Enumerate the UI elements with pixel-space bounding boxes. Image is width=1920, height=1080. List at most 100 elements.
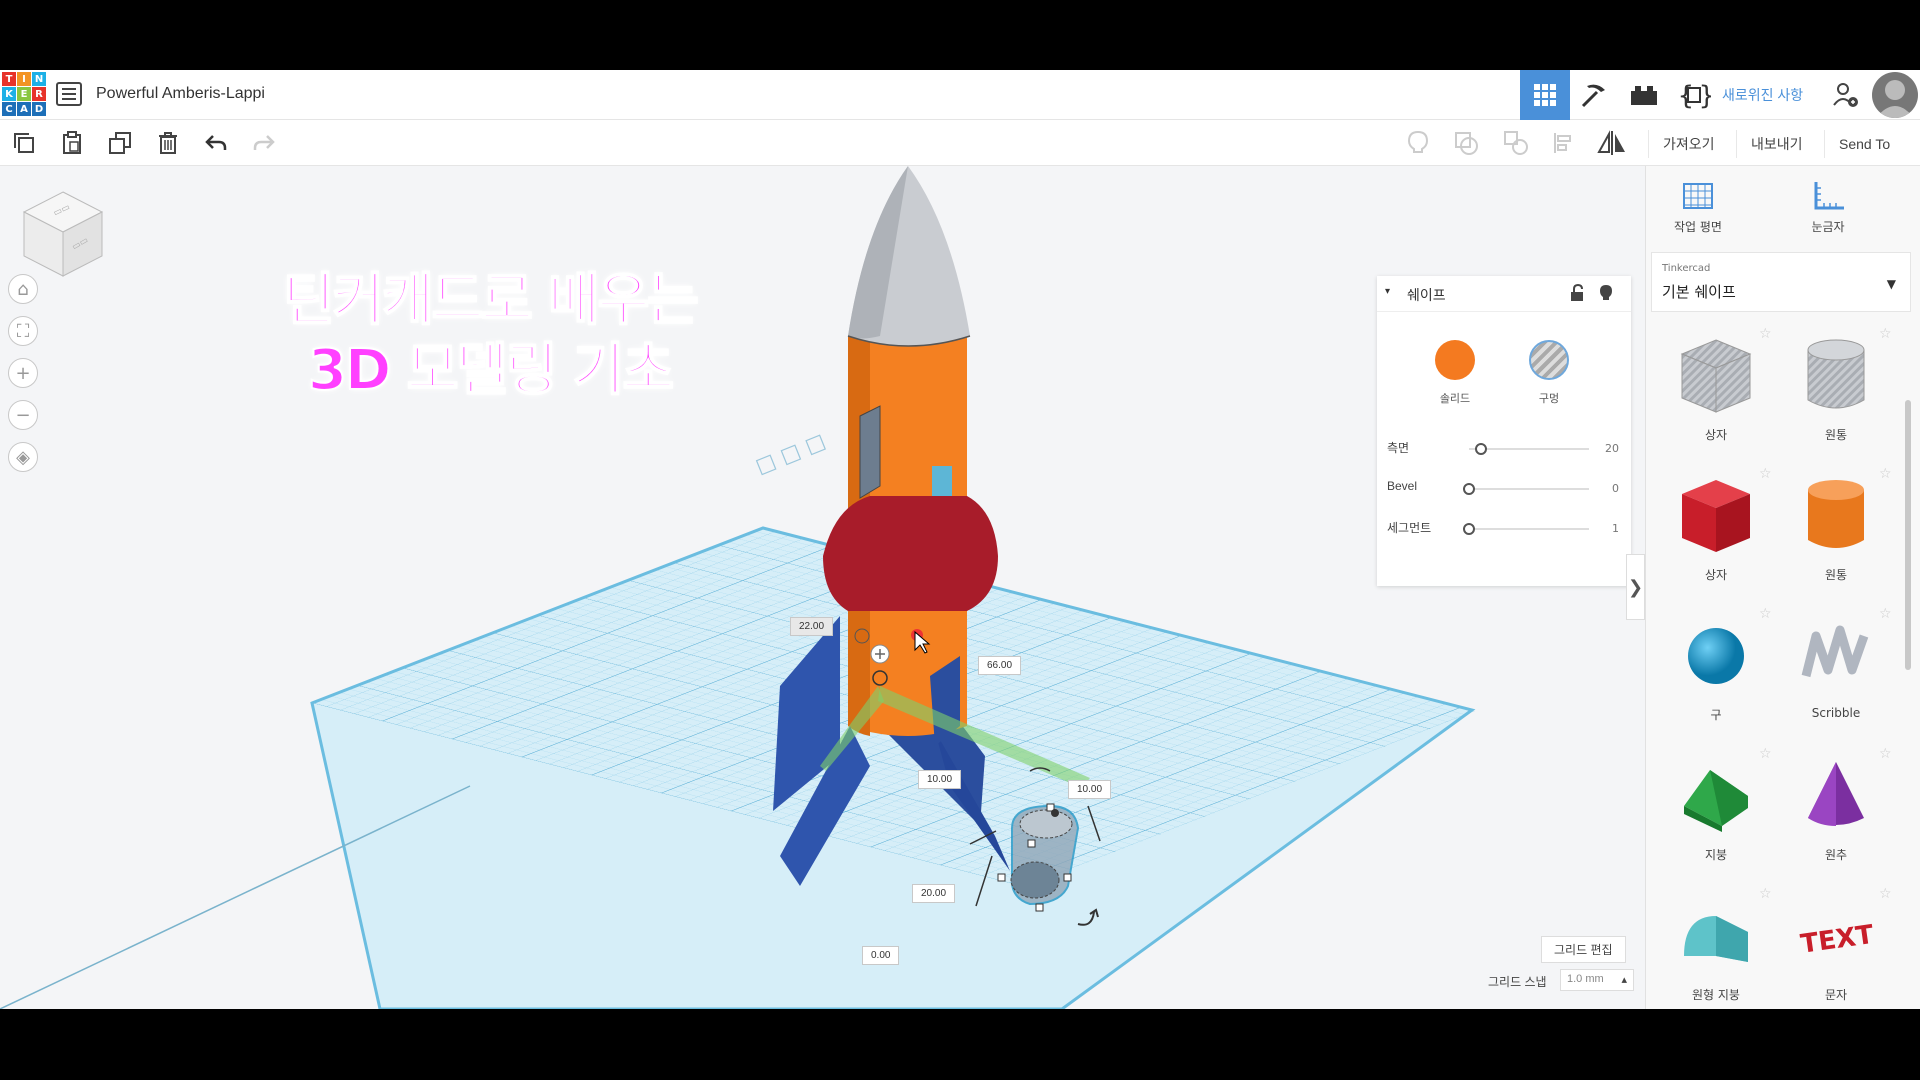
- cone-icon: [1808, 762, 1864, 826]
- round-roof-icon: [1684, 916, 1748, 962]
- redo-icon[interactable]: [248, 127, 280, 159]
- copy-icon[interactable]: [8, 127, 40, 159]
- shape-cone[interactable]: ☆ 원추: [1771, 746, 1892, 886]
- shapes-panel: 작업 평면 눈금자 Tinkercad 기본 쉐이프 ▼ ☆ 상자 ☆ 원통 ☆…: [1645, 166, 1920, 1009]
- slider-knob[interactable]: [1463, 523, 1475, 535]
- box-icon: [1682, 480, 1750, 552]
- sides-label: 측면: [1387, 441, 1410, 455]
- project-name[interactable]: Powerful Amberis-Lappi: [96, 85, 265, 103]
- lightbulb-icon[interactable]: [1599, 284, 1613, 306]
- import-button[interactable]: 가져오기: [1648, 130, 1729, 158]
- shape-cylinder[interactable]: ☆ 원통: [1771, 466, 1892, 606]
- cylinder-hole-icon: [1807, 339, 1865, 409]
- segments-slider[interactable]: [1463, 523, 1589, 535]
- bevel-label: Bevel: [1387, 479, 1418, 493]
- library-source-label: Tinkercad: [1662, 263, 1711, 274]
- home-view-icon[interactable]: ⌂: [8, 274, 38, 304]
- slider-knob[interactable]: [1463, 483, 1475, 495]
- shape-inspector: ▾ 쉐이프 솔리드 구멍 측면 20 Bevel 0 세그먼트 1: [1377, 276, 1631, 586]
- slider-knob[interactable]: [1475, 443, 1487, 455]
- shape-name: 상자: [1704, 428, 1728, 442]
- segments-value[interactable]: 1: [1599, 522, 1619, 535]
- text-icon: TEXT: [1799, 920, 1876, 960]
- shape-box-hole[interactable]: ☆ 상자: [1651, 326, 1772, 466]
- delete-icon[interactable]: [152, 127, 184, 159]
- favorite-star-icon[interactable]: ☆: [1879, 326, 1892, 342]
- panel-collapse-chevron-icon[interactable]: ❯: [1626, 554, 1645, 620]
- add-user-icon[interactable]: [1822, 70, 1870, 120]
- solid-label: 솔리드: [1439, 392, 1471, 405]
- ungroup-icon[interactable]: [1500, 127, 1532, 159]
- bevel-slider[interactable]: [1463, 483, 1589, 495]
- design-list-icon[interactable]: [56, 82, 82, 106]
- roof-icon: [1684, 770, 1748, 832]
- mirror-icon[interactable]: [1596, 127, 1628, 159]
- sides-value[interactable]: 20: [1599, 442, 1619, 455]
- tinkercad-app: T I N K E R C A D Powerful Amberis-Lappi…: [0, 70, 1920, 1009]
- workplane-viewport[interactable]: ☐ ☐ ☐ 틴커캐드로 배우는 3D 모델링 기초 ▭▭ ▭▭ ⌂ ⛶ + − …: [0, 166, 1645, 1009]
- dimension-label[interactable]: 10.00: [1068, 780, 1112, 799]
- workplane-label: 작업 평면: [1674, 220, 1722, 234]
- dimension-label[interactable]: 0.00: [862, 946, 900, 965]
- sides-slider[interactable]: [1469, 443, 1589, 455]
- tinkercad-logo[interactable]: T I N K E R C A D: [2, 72, 46, 116]
- 3d-view-grid-icon[interactable]: [1520, 70, 1570, 120]
- svg-text:}: }: [1699, 81, 1711, 110]
- blocks-pickaxe-icon[interactable]: [1570, 70, 1618, 120]
- shape-library-select[interactable]: Tinkercad 기본 쉐이프 ▼: [1651, 252, 1911, 312]
- notes-lightbulb-icon[interactable]: [1402, 127, 1434, 159]
- favorite-star-icon[interactable]: ☆: [1759, 466, 1772, 482]
- shape-box[interactable]: ☆ 상자: [1651, 466, 1772, 606]
- user-avatar[interactable]: [1872, 72, 1918, 118]
- perspective-icon[interactable]: ◈: [8, 442, 38, 472]
- caret-up-icon: ▴: [1621, 974, 1627, 986]
- dimension-label[interactable]: 20.00: [912, 884, 956, 903]
- dimension-label[interactable]: 10.00: [918, 770, 962, 789]
- shape-name: 원형 지붕: [1692, 988, 1740, 1002]
- shape-round-roof[interactable]: ☆ 원형 지붕: [1651, 886, 1772, 1009]
- solid-color-swatch[interactable]: [1435, 340, 1475, 380]
- favorite-star-icon[interactable]: ☆: [1759, 886, 1772, 902]
- grid-snap-select[interactable]: 1.0 mm ▴: [1560, 969, 1634, 991]
- lock-icon[interactable]: [1569, 283, 1585, 306]
- workplane-grid[interactable]: [0, 526, 1476, 1010]
- group-icon[interactable]: [1450, 127, 1482, 159]
- whats-new-link[interactable]: 새로위진 사항: [1722, 85, 1803, 105]
- workplane-tool[interactable]: 작업 평면: [1648, 180, 1748, 235]
- shape-text[interactable]: ☆ TEXT 문자: [1771, 886, 1892, 1009]
- hole-swatch[interactable]: [1529, 340, 1569, 380]
- collapse-caret-icon[interactable]: ▾: [1385, 286, 1390, 297]
- duplicate-icon[interactable]: [104, 127, 136, 159]
- paste-icon[interactable]: [56, 127, 88, 159]
- edit-grid-button[interactable]: 그리드 편집: [1541, 936, 1626, 963]
- shape-name: 원통: [1824, 428, 1848, 442]
- undo-icon[interactable]: [200, 127, 232, 159]
- favorite-star-icon[interactable]: ☆: [1879, 606, 1892, 622]
- bevel-value[interactable]: 0: [1599, 482, 1619, 495]
- view-cube[interactable]: ▭▭ ▭▭: [20, 186, 106, 286]
- favorite-star-icon[interactable]: ☆: [1759, 326, 1772, 342]
- favorite-star-icon[interactable]: ☆: [1759, 606, 1772, 622]
- shape-roof[interactable]: ☆ 지붕: [1651, 746, 1772, 886]
- favorite-star-icon[interactable]: ☆: [1879, 886, 1892, 902]
- favorite-star-icon[interactable]: ☆: [1879, 746, 1892, 762]
- align-icon[interactable]: [1548, 127, 1580, 159]
- zoom-out-icon[interactable]: −: [8, 400, 38, 430]
- ruler-tool[interactable]: 눈금자: [1778, 180, 1878, 235]
- shapes-scrollbar[interactable]: [1905, 400, 1911, 670]
- dimension-label[interactable]: 22.00: [790, 617, 834, 636]
- fit-view-icon[interactable]: ⛶: [8, 316, 38, 346]
- codeblocks-icon[interactable]: {}: [1670, 70, 1718, 120]
- zoom-in-icon[interactable]: +: [8, 358, 38, 388]
- shape-sphere[interactable]: ☆ 구: [1651, 606, 1772, 746]
- shape-scribble[interactable]: ☆ Scribble: [1771, 606, 1892, 746]
- logo-letter: I: [17, 72, 31, 86]
- favorite-star-icon[interactable]: ☆: [1879, 466, 1892, 482]
- bricks-icon[interactable]: [1620, 70, 1668, 120]
- letterbox-top: [0, 0, 1920, 70]
- export-button[interactable]: 내보내기: [1736, 130, 1817, 158]
- send-to-button[interactable]: Send To: [1824, 130, 1904, 158]
- favorite-star-icon[interactable]: ☆: [1759, 746, 1772, 762]
- dimension-label[interactable]: 66.00: [978, 656, 1022, 675]
- shape-cylinder-hole[interactable]: ☆ 원통: [1771, 326, 1892, 466]
